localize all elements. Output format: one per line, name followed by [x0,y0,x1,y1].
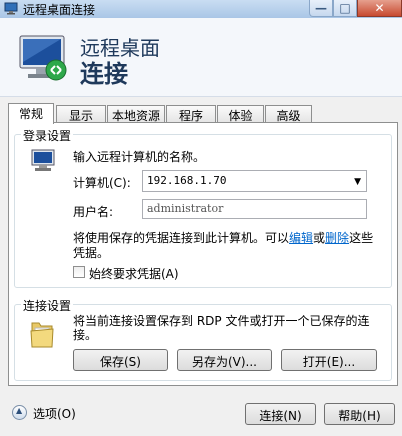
close-button[interactable]: ✕ [357,0,402,17]
tab-programs[interactable]: 程序 [166,105,216,123]
window-title: 远程桌面连接 [23,3,96,17]
chevron-up-icon: ▲ [16,406,23,415]
credentials-info-text: 将使用保存的凭据连接到此计算机。可以 [73,231,290,245]
tab-local-resources[interactable]: 本地资源 [107,105,165,123]
remote-desktop-icon [4,2,18,15]
dialog-body: 常规 显示 本地资源 程序 体验 高级 登录设置 输入远程计算机的名称。 计算机… [0,96,402,436]
computer-value: 192.168.1.70 [147,174,227,187]
always-ask-label: 始终要求凭据(A) [89,267,179,281]
login-settings-group: 登录设置 输入远程计算机的名称。 计算机(C): 192.168.1.70 ▼ … [14,127,392,288]
save-button[interactable]: 保存(S) [73,349,168,371]
computer-name-prompt: 输入远程计算机的名称。 [73,150,206,164]
username-value: administrator [147,202,224,215]
tab-label: 显示 [68,109,93,123]
help-button[interactable]: 帮助(H) [324,403,395,425]
tab-experience[interactable]: 体验 [217,105,264,123]
tab-display[interactable]: 显示 [56,105,106,123]
dropdown-arrow-icon[interactable]: ▼ [354,177,361,187]
edit-credentials-link[interactable]: 编辑 [289,231,313,245]
login-settings-legend: 登录设置 [21,127,74,144]
tab-label: 本地资源 [111,109,160,123]
header-title-line2: 连接 [80,60,128,88]
minimize-button[interactable]: — [309,0,333,17]
close-icon: ✕ [374,1,385,15]
tab-panel-general: 登录设置 输入远程计算机的名称。 计算机(C): 192.168.1.70 ▼ … [8,122,398,386]
remote-desktop-monitor-icon [19,35,67,81]
tab-general[interactable]: 常规 [8,103,54,124]
options-label: 选项(O) [33,407,76,421]
open-button[interactable]: 打开(E)... [281,349,377,371]
tab-label: 常规 [18,107,43,121]
folder-icon [30,322,54,348]
computer-combobox[interactable]: 192.168.1.70 ▼ [142,170,367,192]
always-ask-checkbox[interactable] [73,266,85,278]
computer-label: 计算机(C): [73,176,131,190]
tab-label: 程序 [178,109,203,123]
connection-settings-legend: 连接设置 [21,297,74,314]
credentials-info-or: 或 [313,231,326,245]
connection-settings-desc: 将当前连接设置保存到 RDP 文件或打开一个已保存的连 [73,314,370,328]
tab-label: 高级 [276,109,301,123]
delete-credentials-link[interactable]: 删除 [325,231,349,245]
credentials-info-tail: 这些 [349,231,374,245]
username-label: 用户名: [73,205,114,219]
connection-settings-group: 连接设置 将当前连接设置保存到 RDP 文件或打开一个已保存的连 接。 保存(S… [14,297,392,381]
minimize-icon: — [315,1,327,15]
computer-icon [31,149,55,171]
maximize-icon: □ [339,1,351,15]
connect-button[interactable]: 连接(N) [245,403,316,425]
title-bar: 远程桌面连接 — □ ✕ [0,0,402,18]
tab-advanced[interactable]: 高级 [265,105,312,123]
connection-settings-desc-line2: 接。 [73,328,98,342]
options-toggle-button[interactable]: ▲ [12,405,27,420]
dialog-header: 远程桌面 连接 [0,18,402,96]
tab-label: 体验 [228,109,253,123]
credentials-info-line2: 凭据。 [73,246,110,260]
save-as-button[interactable]: 另存为(V)... [177,349,272,371]
credentials-info: 将使用保存的凭据连接到此计算机。可以编辑或删除这些 [73,229,373,246]
username-field[interactable]: administrator [142,199,367,219]
maximize-button[interactable]: □ [333,0,357,17]
